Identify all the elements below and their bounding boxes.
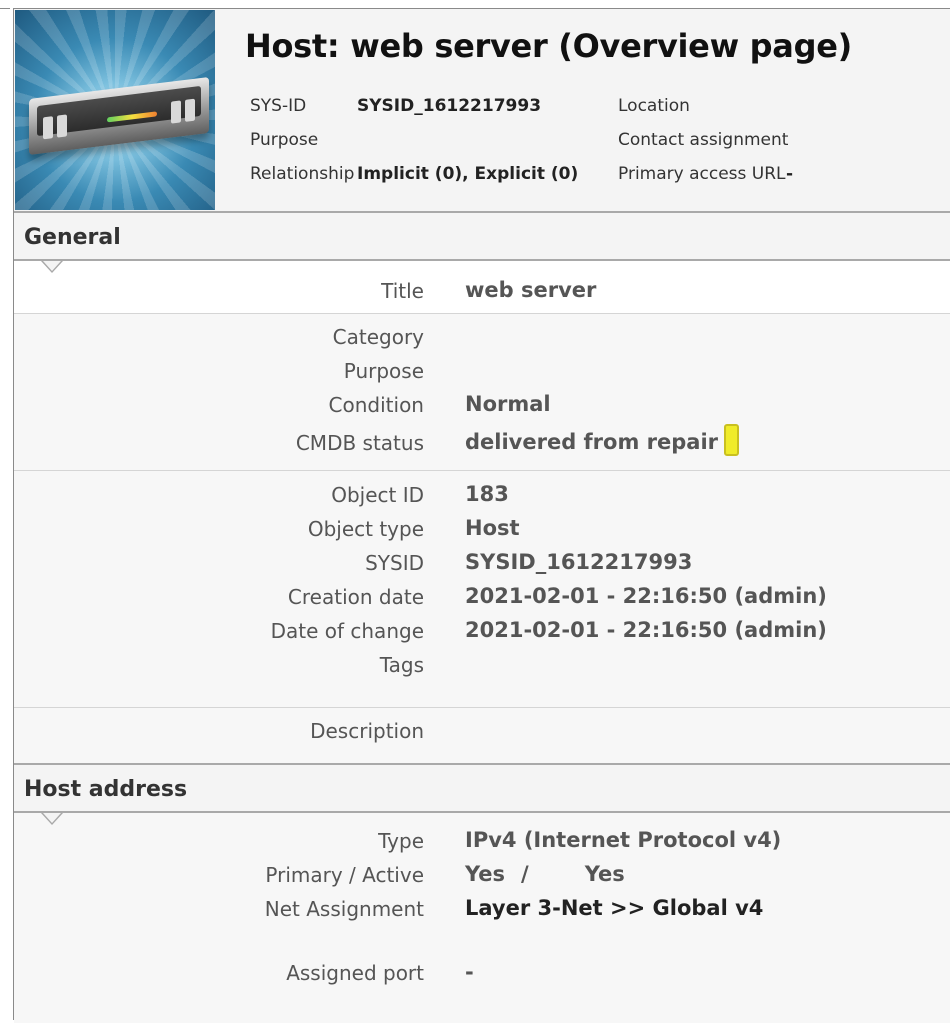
tags-row: Tags xyxy=(14,649,950,683)
description-row: Description xyxy=(14,715,950,749)
creation-date-row: Creation date 2021-02-01 - 22:16:50 (adm… xyxy=(14,581,950,615)
primary-active-separator: / xyxy=(521,862,529,886)
date-of-change-row: Date of change 2021-02-01 - 22:16:50 (ad… xyxy=(14,615,950,649)
assigned-port-row: Assigned port - xyxy=(14,957,950,991)
sysid-value: SYSID_1612217993 xyxy=(357,96,542,116)
object-header: Host: web server (Overview page) SYS-ID … xyxy=(14,9,950,213)
condition-value: Normal xyxy=(465,392,551,416)
frame-tick xyxy=(0,8,10,9)
primary-active-label: Primary / Active xyxy=(265,863,424,887)
type-value: IPv4 (Internet Protocol v4) xyxy=(465,828,782,852)
date-of-change-label: Date of change xyxy=(270,619,424,643)
type-row: Type IPv4 (Internet Protocol v4) xyxy=(14,825,950,859)
general-section-header[interactable]: General xyxy=(14,213,950,261)
object-type-row: Object type Host xyxy=(14,513,950,547)
sysid-label: SYSID xyxy=(365,551,424,575)
access-url-value[interactable]: - xyxy=(786,164,793,184)
sysid-row: SYSID SYSID_1612217993 xyxy=(14,547,950,581)
creation-date-value: 2021-02-01 - 22:16:50 (admin) xyxy=(465,584,827,608)
location-label: Location xyxy=(618,96,690,116)
category-label: Category xyxy=(332,325,424,349)
cmdb-status-color-badge xyxy=(724,424,740,456)
active-value: Yes xyxy=(584,862,625,886)
object-type-label: Object type xyxy=(307,517,424,541)
overview-page: Host: web server (Overview page) SYS-ID … xyxy=(13,8,950,1023)
page-title: Host: web server (Overview page) xyxy=(245,27,852,65)
condition-row: Condition Normal xyxy=(14,389,950,423)
purpose-label: Purpose xyxy=(250,130,319,150)
net-assignment-label: Net Assignment xyxy=(264,897,424,921)
host-address-notch xyxy=(41,813,63,825)
creation-date-label: Creation date xyxy=(287,585,424,609)
type-label: Type xyxy=(378,829,424,853)
general-notch xyxy=(41,261,63,273)
title-value: web server xyxy=(465,278,597,302)
cmdb-status-value: delivered from repair xyxy=(465,430,719,454)
purpose-label: Purpose xyxy=(343,359,424,383)
assigned-port-label: Assigned port xyxy=(286,961,424,985)
host-address-heading: Host address xyxy=(24,777,188,802)
net-assignment-row: Net Assignment Layer 3-Net >> Global v4 xyxy=(14,893,950,927)
assigned-port-value: - xyxy=(465,960,474,984)
relationship-value[interactable]: Implicit (0), Explicit (0) xyxy=(357,164,578,184)
category-row: Category xyxy=(14,321,950,355)
object-id-row: Object ID 183 xyxy=(14,479,950,513)
tags-label: Tags xyxy=(379,653,424,677)
title-row: Title web server xyxy=(14,275,950,309)
access-url-label: Primary access URL xyxy=(618,164,786,184)
date-of-change-value: 2021-02-01 - 22:16:50 (admin) xyxy=(465,618,827,642)
primary-value: Yes xyxy=(465,862,506,886)
cmdb-status-label: CMDB status xyxy=(295,431,424,455)
sysid-label: SYS-ID xyxy=(250,96,307,116)
contact-assignment-label: Contact assignment xyxy=(618,130,789,150)
description-label: Description xyxy=(310,719,424,743)
relationship-label: Relationship xyxy=(250,164,355,184)
object-id-label: Object ID xyxy=(331,483,424,507)
purpose-row: Purpose xyxy=(14,355,950,389)
object-id-value: 183 xyxy=(465,482,509,506)
condition-label: Condition xyxy=(328,393,424,417)
general-heading: General xyxy=(24,225,121,250)
primary-active-row: Primary / Active Yes / Yes xyxy=(14,859,950,893)
server-icon xyxy=(15,10,215,210)
net-assignment-link[interactable]: Layer 3-Net >> Global v4 xyxy=(465,896,763,920)
object-type-value: Host xyxy=(465,516,520,540)
sysid-value: SYSID_1612217993 xyxy=(465,550,693,574)
host-address-section-header[interactable]: Host address xyxy=(14,765,950,813)
title-label: Title xyxy=(381,279,424,303)
cmdb-status-row: CMDB status delivered from repair xyxy=(14,424,950,461)
